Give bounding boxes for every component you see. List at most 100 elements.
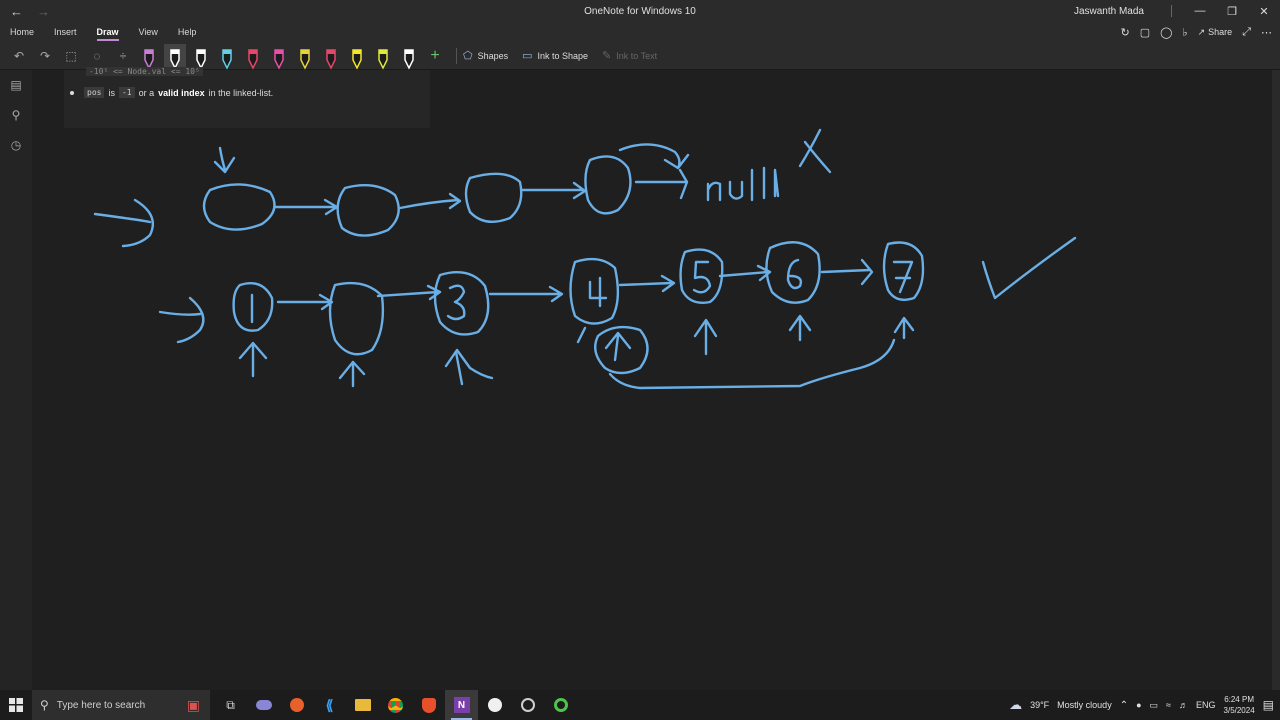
forward-arrow-icon[interactable]: → [37,4,50,19]
bell-icon[interactable]: ♭ [1182,26,1187,39]
ink-to-shape-button[interactable]: ▭ Ink to Shape [522,49,588,62]
start-button[interactable] [0,690,32,720]
restore-icon[interactable]: ❐ [1216,0,1248,22]
ink-to-shape-label: Ink to Shape [537,50,589,61]
system-tray: ☁ 39°F Mostly cloudy ⌃ ● ▭ ≈ ♬ ENG 6:24 … [1009,690,1280,720]
search-placeholder: Type here to search [56,699,146,711]
draw-toolbar: ↶ ↷ ⬚ ◌ ÷ + ⬠ Shapes ▭ Ink to Shape ✎ In… [0,42,1280,70]
more-options-icon[interactable]: ⋯ [1261,26,1272,39]
bullet-text-is: is [108,87,115,98]
share-icon: ↗ [1197,26,1206,37]
bullet-text-linked-list: in the linked-list. [208,87,274,98]
file-explorer-icon[interactable] [346,690,379,720]
ink-to-text-label: Ink to Text [616,50,658,61]
tab-draw[interactable]: Draw [96,22,119,42]
pen-gallery [138,42,424,70]
search-icon[interactable]: ⚲ [12,108,21,122]
windows-logo-icon [9,698,23,712]
add-space-icon[interactable]: ÷ [112,45,134,67]
shapes-button[interactable]: ⬠ Shapes [463,49,508,62]
notebooks-icon[interactable]: ▤ [10,78,21,92]
app-dark-circle-icon[interactable] [478,690,511,720]
pen-9-icon[interactable] [346,44,368,70]
pen-8-icon[interactable] [320,44,342,70]
title-bar: ← → OneNote for Windows 10 Jaswanth Mada… [0,0,1280,22]
task-view-icon[interactable]: ⧉ [214,690,247,720]
tab-insert[interactable]: Insert [54,22,77,42]
brave-icon[interactable] [412,690,445,720]
volume-icon[interactable]: ♬ [1179,700,1188,710]
shapes-icon: ⬠ [463,50,473,62]
vertical-scrollbar[interactable] [1272,70,1280,690]
nav-buttons: ← → [0,4,120,19]
bullet-text-or-a: or a [138,87,155,98]
toolbar-separator [456,47,457,64]
pen-5-icon[interactable] [242,44,264,70]
sync-icon[interactable]: ↻ [1120,26,1129,39]
eraser-add-icon[interactable]: ◌ [86,45,108,67]
wifi-icon[interactable]: ≈ [1166,700,1171,710]
share-button[interactable]: ↗ Share [1198,27,1233,38]
microphone-icon[interactable]: ● [1136,700,1141,710]
language-indicator[interactable]: ENG [1196,700,1216,710]
ink-to-text-button[interactable]: ✎ Ink to Text [602,49,657,62]
windows-taskbar: ⚲ Type here to search ▣ ⧉ ⟪ N ☁ 39°F Mos… [0,690,1280,720]
cloud-icon: ☁ [1009,697,1023,712]
close-icon[interactable]: ✕ [1248,0,1280,22]
cut-off-constraint-text: -10⁵ <= Node.val <= 10⁵ [86,67,203,76]
notification-icon[interactable]: ▤ [1263,698,1274,712]
onenote-icon[interactable]: N [445,690,478,720]
clock-time: 6:24 PM [1224,695,1254,704]
app-generic-icon[interactable] [247,690,280,720]
minimize-icon[interactable]: — [1184,0,1216,22]
pen-11-icon[interactable] [398,44,420,70]
back-arrow-icon[interactable]: ← [10,4,23,19]
pen-6-icon[interactable] [268,44,290,70]
battery-icon[interactable]: ▭ [1150,700,1159,711]
taskbar-apps: ⧉ ⟪ N [214,690,577,720]
expand-icon[interactable]: ⤢ [1242,26,1251,39]
recent-icon[interactable]: ◷ [11,138,21,152]
tab-view[interactable]: View [139,22,158,42]
lightbulb-icon[interactable]: ◯ [1160,26,1172,39]
ink-to-text-icon: ✎ [602,50,612,62]
page-canvas[interactable] [32,70,1272,690]
tab-home[interactable]: Home [10,22,34,42]
constraint-bullet: pos is -1 or a valid index in the linked… [70,87,273,98]
window-controls: — ❐ ✕ [1184,0,1280,22]
ribbon-tabs: Home Insert Draw View Help ↻ ▢ ◯ ♭ ↗ Sha… [0,22,1280,42]
tab-help[interactable]: Help [178,22,197,42]
app-slash-icon[interactable] [280,690,313,720]
redo-icon[interactable]: ↷ [34,45,56,67]
pen-7-icon[interactable] [294,44,316,70]
pasted-constraints-snippet: -10⁵ <= Node.val <= 10⁵ pos is -1 or a v… [64,67,430,128]
title-separator [1171,5,1172,17]
pen-10-icon[interactable] [372,44,394,70]
chevron-up-icon[interactable]: ⌃ [1120,700,1128,711]
navigation-sidebar: ▤ ⚲ ◷ [0,70,32,690]
pen-2-icon[interactable] [164,43,186,70]
clock[interactable]: 6:24 PM 3/5/2024 [1224,694,1255,716]
lasso-select-icon[interactable]: ⬚ [60,45,82,67]
undo-icon[interactable]: ↶ [8,45,30,67]
app-recorder-icon[interactable] [511,690,544,720]
taskbar-search-box[interactable]: ⚲ Type here to search ▣ [32,690,210,720]
chrome-icon[interactable] [379,690,412,720]
weather-temp[interactable]: 39°F [1030,700,1049,710]
search-highlight-icon: ▣ [186,696,200,713]
pen-1-icon[interactable] [138,44,160,70]
ribbon-right-actions: ↻ ▢ ◯ ♭ ↗ Share ⤢ ⋯ [1120,22,1272,42]
user-name[interactable]: Jaswanth Mada [1074,6,1144,17]
vscode-icon[interactable]: ⟪ [313,690,346,720]
pen-3-icon[interactable] [190,44,212,70]
share-label: Share [1208,27,1233,37]
add-pen-icon[interactable]: + [424,45,446,67]
notebook-icon[interactable]: ▢ [1140,26,1150,39]
bullet-dot [70,90,74,95]
app-green-ring-icon[interactable] [544,690,577,720]
weather-desc[interactable]: Mostly cloudy [1057,700,1112,710]
pen-4-icon[interactable] [216,44,238,70]
search-icon: ⚲ [40,698,49,712]
code-pos: pos [84,87,105,98]
shapes-label: Shapes [477,50,509,61]
